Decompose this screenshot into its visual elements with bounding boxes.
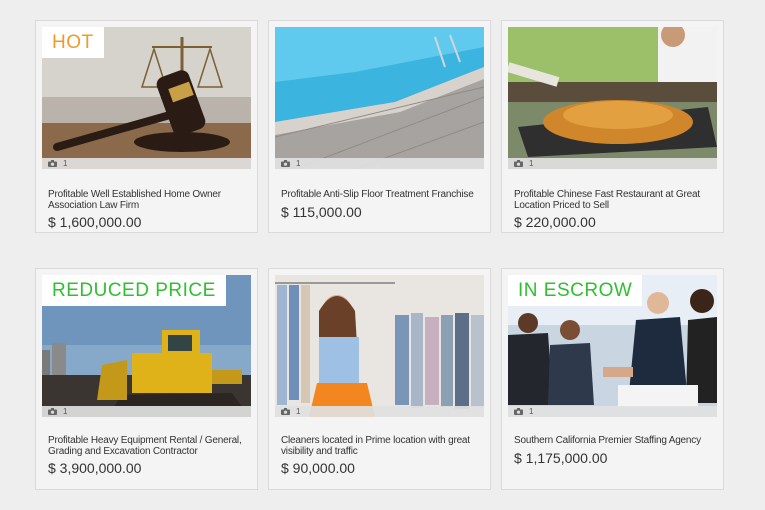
camera-icon — [281, 408, 290, 415]
photo-count: 1 — [529, 159, 534, 168]
listing-photo[interactable]: HOT 1 — [42, 27, 251, 169]
listing-card[interactable]: 1 Profitable Chinese Fast Restaurant at … — [501, 20, 724, 233]
photo-count: 1 — [63, 407, 68, 416]
photo-count: 1 — [63, 159, 68, 168]
photo-counter: 1 — [42, 158, 251, 169]
listing-title[interactable]: Profitable Well Established Home Owner A… — [48, 189, 247, 211]
listing-card[interactable]: IN ESCROW 1 Southern California Premier … — [501, 268, 724, 490]
photo-count: 1 — [296, 159, 301, 168]
listing-title[interactable]: Profitable Anti-Slip Floor Treatment Fra… — [281, 189, 480, 200]
photo-counter: 1 — [42, 406, 251, 417]
listing-photo[interactable]: 1 — [508, 27, 717, 169]
listing-card[interactable]: 1 Cleaners located in Prime location wit… — [268, 268, 491, 490]
listing-card[interactable]: REDUCED PRICE 1 Profitable Heavy Equipme… — [35, 268, 258, 490]
pool-image — [275, 27, 484, 169]
listing-photo[interactable]: 1 — [275, 27, 484, 169]
photo-counter: 1 — [508, 406, 717, 417]
listing-price: $ 90,000.00 — [281, 460, 355, 476]
noodles-image — [508, 27, 717, 169]
status-badge: IN ESCROW — [508, 275, 643, 306]
listing-price: $ 1,175,000.00 — [514, 450, 608, 466]
listing-title[interactable]: Profitable Chinese Fast Restaurant at Gr… — [514, 189, 713, 211]
listing-price: $ 3,900,000.00 — [48, 460, 142, 476]
status-badge: HOT — [42, 27, 104, 58]
listing-title[interactable]: Profitable Heavy Equipment Rental / Gene… — [48, 435, 247, 457]
photo-counter: 1 — [275, 158, 484, 169]
camera-icon — [48, 408, 57, 415]
photo-count: 1 — [296, 407, 301, 416]
listing-photo[interactable]: REDUCED PRICE 1 — [42, 275, 251, 417]
listing-price: $ 1,600,000.00 — [48, 214, 142, 230]
listing-price: $ 220,000.00 — [514, 214, 596, 230]
listing-photo[interactable]: IN ESCROW 1 — [508, 275, 717, 417]
clothes-rack-image — [275, 275, 484, 417]
photo-count: 1 — [529, 407, 534, 416]
camera-icon — [514, 408, 523, 415]
status-badge: REDUCED PRICE — [42, 275, 226, 306]
photo-counter: 1 — [508, 158, 717, 169]
camera-icon — [514, 160, 523, 167]
listing-price: $ 115,000.00 — [281, 204, 362, 220]
listing-title[interactable]: Cleaners located in Prime location with … — [281, 435, 480, 457]
camera-icon — [48, 160, 57, 167]
camera-icon — [281, 160, 290, 167]
listing-card[interactable]: HOT 1 Profitable Well Established Home O… — [35, 20, 258, 233]
listing-title[interactable]: Southern California Premier Staffing Age… — [514, 435, 713, 446]
photo-counter: 1 — [275, 406, 484, 417]
listing-card[interactable]: 1 Profitable Anti-Slip Floor Treatment F… — [268, 20, 491, 233]
listing-photo[interactable]: 1 — [275, 275, 484, 417]
